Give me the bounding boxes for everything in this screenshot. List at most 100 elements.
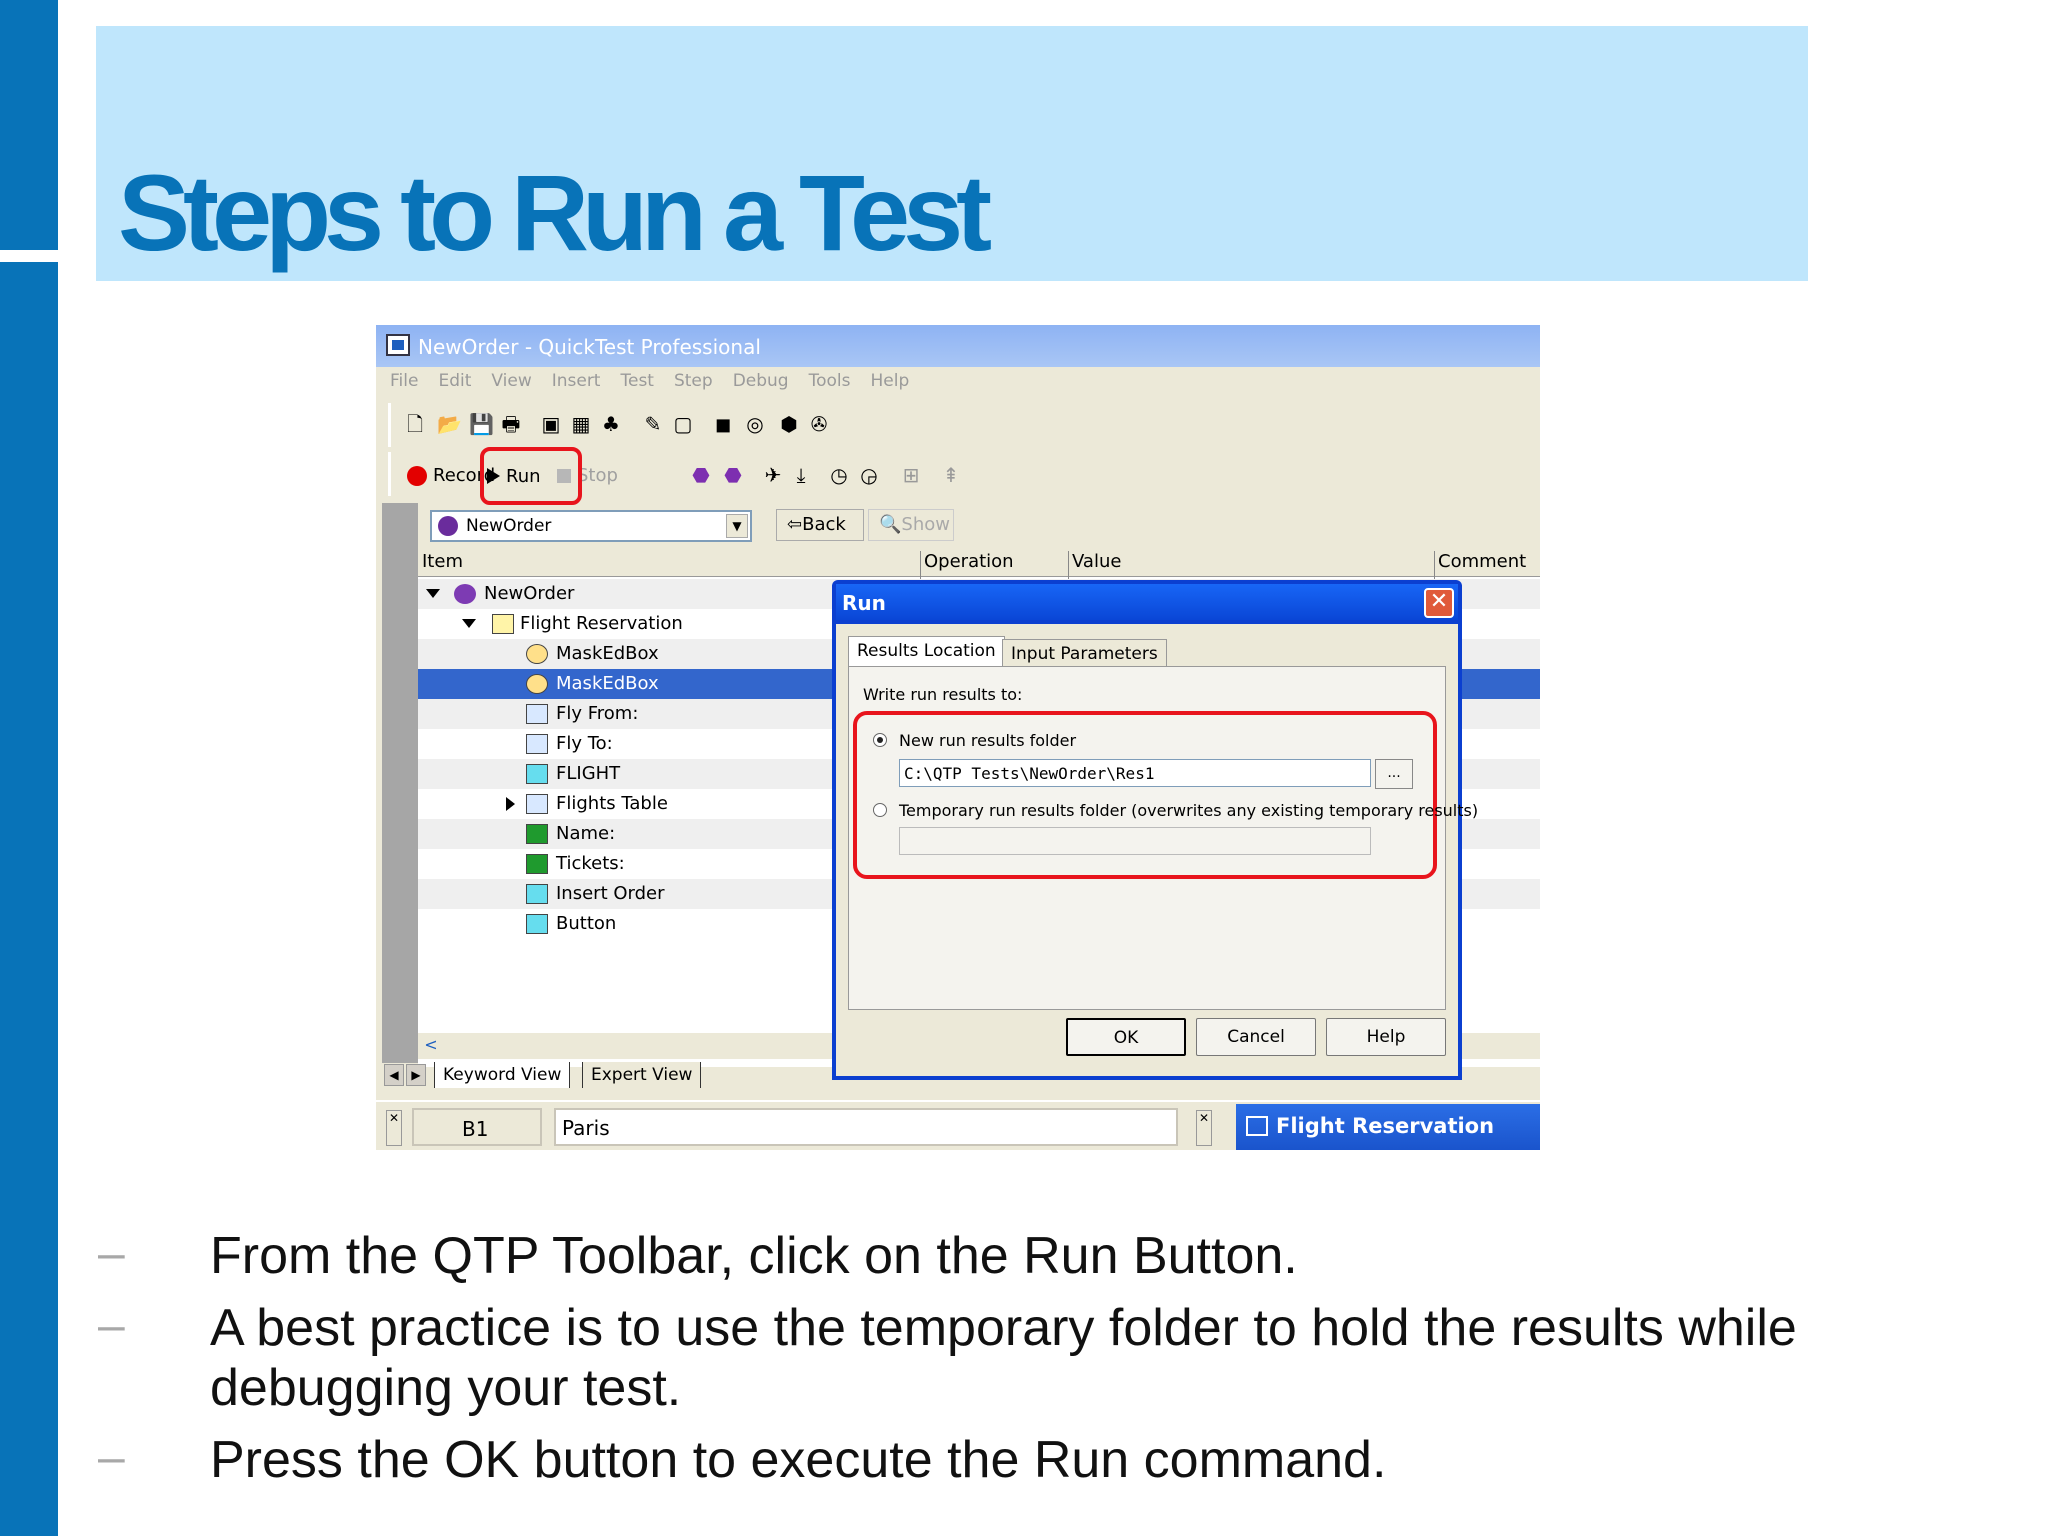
menu-view[interactable]: View bbox=[491, 367, 531, 397]
open-folder-icon[interactable]: 📂 bbox=[437, 412, 462, 436]
action-icon bbox=[438, 516, 458, 536]
print-icon[interactable]: 🖶 bbox=[499, 412, 523, 436]
record-icon bbox=[407, 466, 427, 486]
results-path-input[interactable]: C:\QTP Tests\NewOrder\Res1 bbox=[899, 759, 1371, 787]
breakpoint-icon[interactable]: ◷ bbox=[827, 463, 851, 487]
step-over-icon[interactable]: ⬣ bbox=[721, 463, 745, 487]
standard-toolbar: 🗋 📂 💾 🖶 ▣ ▦ ♣ ✎ ▢ ◼ ◎ ⬢ ✇ bbox=[388, 403, 1300, 447]
menu-debug[interactable]: Debug bbox=[733, 367, 789, 397]
tree-label: Insert Order bbox=[556, 883, 665, 904]
grid-header: Item Operation Value Comment bbox=[418, 547, 1540, 581]
tree-label: Name: bbox=[556, 823, 616, 844]
chevron-down-icon[interactable]: ▼ bbox=[726, 514, 748, 538]
action-combobox[interactable]: NewOrder ▼ bbox=[430, 510, 752, 542]
step-out-icon[interactable]: ✈ bbox=[761, 463, 785, 487]
button-icon bbox=[526, 884, 548, 904]
back-arrow-icon: ⇦ bbox=[787, 514, 803, 535]
stop-label: Stop bbox=[577, 465, 618, 486]
package-icon[interactable]: ⬢ bbox=[777, 412, 801, 436]
plane-icon bbox=[1246, 1116, 1268, 1136]
edit-icon[interactable]: ✎ bbox=[641, 412, 665, 436]
object-spy-icon[interactable]: ♣ bbox=[599, 412, 623, 436]
run-dialog: Run ✕ Results Location Input Parameters … bbox=[832, 580, 1478, 1080]
tree-label: NewOrder bbox=[484, 583, 575, 604]
active-screen-icon[interactable]: ◼ bbox=[711, 412, 735, 436]
close-pane-icon[interactable]: ✕ bbox=[386, 1110, 402, 1146]
tab-expert-view[interactable]: Expert View bbox=[582, 1062, 702, 1088]
activex-icon bbox=[526, 674, 548, 694]
menu-tools[interactable]: Tools bbox=[809, 367, 851, 397]
tab-keyword-view[interactable]: Keyword View bbox=[434, 1062, 571, 1088]
show-button[interactable]: 🔍Show bbox=[868, 509, 954, 541]
browse-button[interactable]: ... bbox=[1375, 759, 1413, 789]
clear-breakpoints-icon[interactable]: ◶ bbox=[857, 463, 881, 487]
checkpoint-icon[interactable]: ◎ bbox=[743, 412, 767, 436]
menu-edit[interactable]: Edit bbox=[438, 367, 471, 397]
data-table-bar: ✕ B1 Paris ✕ Flight Reservation bbox=[376, 1100, 1540, 1150]
results-location-panel: Write run results to: New run results fo… bbox=[848, 666, 1478, 1010]
taskbar-label: Flight Reservation bbox=[1276, 1114, 1495, 1138]
bullet-text: From the QTP Toolbar, click on the Run B… bbox=[210, 1227, 1298, 1285]
bullet-text: Press the OK button to execute the Run c… bbox=[210, 1431, 1387, 1489]
back-button[interactable]: ⇦Back bbox=[776, 509, 864, 541]
menu-test[interactable]: Test bbox=[620, 367, 653, 397]
column-value[interactable]: Value bbox=[1072, 551, 1121, 572]
edit-field-icon bbox=[526, 824, 548, 844]
synchronize-icon[interactable]: ⊞ bbox=[899, 463, 923, 487]
new-folder-radio[interactable] bbox=[873, 733, 887, 747]
step-into-icon[interactable]: ⬣ bbox=[689, 463, 713, 487]
window-title-bar: NewOrder - QuickTest Professional bbox=[376, 325, 1540, 367]
slide-accent-bar bbox=[0, 0, 58, 250]
temp-folder-radio[interactable] bbox=[873, 803, 887, 817]
data-table-icon[interactable]: ▦ bbox=[569, 412, 593, 436]
menu-insert[interactable]: Insert bbox=[552, 367, 601, 397]
column-comment[interactable]: Comment bbox=[1438, 551, 1526, 572]
tab-prev-icon[interactable]: ◀ bbox=[384, 1064, 404, 1086]
tab-input-parameters[interactable]: Input Parameters bbox=[1002, 639, 1167, 669]
menu-help[interactable]: Help bbox=[870, 367, 909, 397]
ok-button[interactable]: OK bbox=[1066, 1018, 1186, 1056]
cell-reference: B1 bbox=[412, 1108, 542, 1146]
analog-icon[interactable]: ⇞ bbox=[939, 463, 963, 487]
new-folder-label: New run results folder bbox=[899, 731, 1077, 750]
cancel-button[interactable]: Cancel bbox=[1196, 1018, 1316, 1056]
cell-value-field[interactable]: Paris bbox=[554, 1108, 1178, 1146]
tree-label: Flights Table bbox=[556, 793, 668, 814]
close-pane-icon[interactable]: ✕ bbox=[1196, 1110, 1212, 1146]
action-icon bbox=[454, 584, 476, 604]
close-icon[interactable]: ✕ bbox=[1424, 588, 1454, 618]
window-icon bbox=[492, 614, 514, 634]
back-label: Back bbox=[802, 514, 846, 535]
column-item[interactable]: Item bbox=[422, 551, 463, 572]
table-icon bbox=[526, 794, 548, 814]
help-button[interactable]: Help bbox=[1326, 1018, 1446, 1056]
run-dialog-body: Results Location Input Parameters Write … bbox=[836, 624, 1478, 1076]
new-file-icon[interactable]: 🗋 bbox=[403, 412, 427, 436]
scroll-left-icon[interactable]: < bbox=[420, 1035, 442, 1057]
column-operation[interactable]: Operation bbox=[924, 551, 1014, 572]
taskbar-flight-reservation[interactable]: Flight Reservation bbox=[1236, 1104, 1540, 1150]
bullet-text: A best practice is to use the temporary … bbox=[210, 1299, 1797, 1417]
tab-results-location[interactable]: Results Location bbox=[848, 636, 1005, 666]
bullet-marker: – bbox=[98, 1299, 125, 1352]
slide-title: Steps to Run a Test bbox=[118, 152, 992, 273]
object-repository-icon[interactable]: ▣ bbox=[539, 412, 563, 436]
properties-icon[interactable]: ▢ bbox=[671, 412, 695, 436]
collapse-icon[interactable] bbox=[462, 619, 476, 628]
tree-label: Fly To: bbox=[556, 733, 613, 754]
menu-step[interactable]: Step bbox=[674, 367, 713, 397]
tree-label: Flight Reservation bbox=[520, 613, 683, 634]
slide-accent-bar-lower bbox=[0, 262, 58, 1536]
menu-file[interactable]: File bbox=[390, 367, 418, 397]
menu-bar: File Edit View Insert Test Step Debug To… bbox=[376, 367, 1540, 397]
bullet-marker: – bbox=[98, 1227, 125, 1280]
collapse-icon[interactable] bbox=[426, 589, 440, 598]
edit-field-icon bbox=[526, 854, 548, 874]
debug-icon[interactable]: ✇ bbox=[807, 412, 831, 436]
expand-icon[interactable] bbox=[506, 797, 515, 811]
tab-next-icon[interactable]: ▶ bbox=[406, 1064, 426, 1086]
qtp-window: NewOrder - QuickTest Professional File E… bbox=[376, 325, 1540, 1150]
save-icon[interactable]: 💾 bbox=[469, 412, 494, 436]
insert-step-icon[interactable]: ⤓ bbox=[789, 463, 813, 487]
run-dialog-title: Run bbox=[836, 584, 1458, 620]
